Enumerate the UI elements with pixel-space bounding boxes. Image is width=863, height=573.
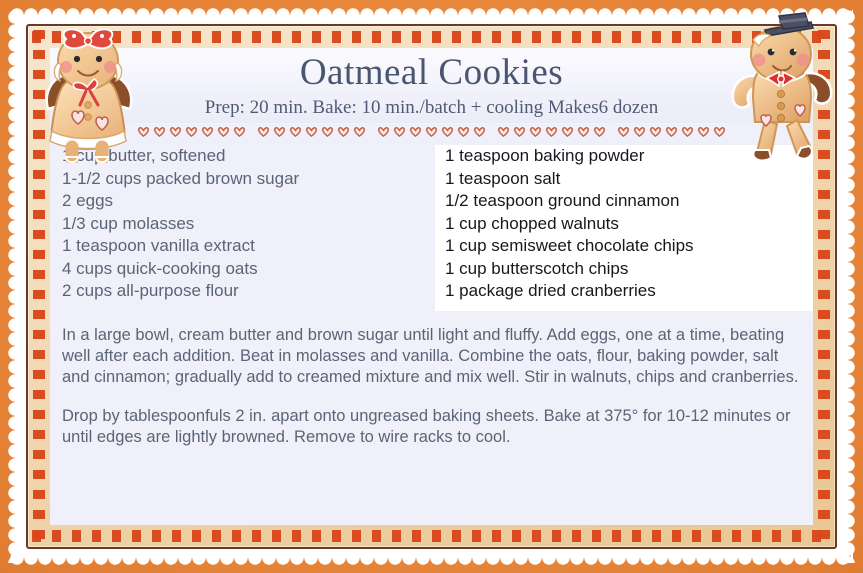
heart-icon <box>170 126 181 137</box>
heart-icon <box>474 126 485 137</box>
heart-icon <box>322 126 333 137</box>
gingerbread-boy-icon <box>717 12 845 164</box>
scallop-edge-left <box>8 10 22 563</box>
heart-group <box>618 126 725 137</box>
heart-group <box>258 126 365 137</box>
ingredients-column-right: 1 teaspoon baking powder 1 teaspoon salt 1… <box>435 145 813 311</box>
heart-icon <box>682 126 693 137</box>
ingredients-column-left: 1 cup butter, softened 1-1/2 cups packed … <box>50 145 435 311</box>
ingredient-line: 1 teaspoon vanilla extract <box>62 236 255 255</box>
heart-icon <box>410 126 421 137</box>
recipe-title: Oatmeal Cookies <box>299 52 564 93</box>
heart-icon <box>698 126 709 137</box>
heart-icon <box>650 126 661 137</box>
heart-icon <box>634 126 645 137</box>
heart-icon <box>458 126 469 137</box>
gingerbread-girl-icon <box>32 23 144 163</box>
heart-icon <box>306 126 317 137</box>
heart-icon <box>666 126 677 137</box>
heart-group <box>138 126 245 137</box>
ingredient-line: 4 cups quick-cooking oats <box>62 258 258 278</box>
heart-icon <box>594 126 605 137</box>
dot-row-top <box>32 31 831 43</box>
heart-icon <box>426 126 437 137</box>
recipe-card: Oatmeal Cookies Prep: 20 min. Bake: 10 m… <box>0 0 863 573</box>
heart-icon <box>186 126 197 137</box>
heart-icon <box>530 126 541 137</box>
heart-icon <box>154 126 165 137</box>
heart-group <box>498 126 605 137</box>
heart-icon <box>394 126 405 137</box>
heart-icon <box>338 126 349 137</box>
heart-icon <box>234 126 245 137</box>
heart-icon <box>290 126 301 137</box>
heart-icon <box>546 126 557 137</box>
heart-icon <box>378 126 389 137</box>
heart-divider <box>50 123 813 140</box>
heart-icon <box>354 126 365 137</box>
heart-icon <box>578 126 589 137</box>
direction-paragraph: Drop by tablespoonfuls 2 in. apart onto … <box>62 406 791 446</box>
ingredient-line: 2 eggs <box>62 191 114 210</box>
heart-icon <box>218 126 229 137</box>
heart-icon <box>618 126 629 137</box>
ingredient-line: 1 package dried cranberries <box>445 281 656 300</box>
card-header: Oatmeal Cookies Prep: 20 min. Bake: 10 m… <box>50 48 813 123</box>
ingredient-line: 2 cups all-purpose flour <box>62 281 239 300</box>
heart-icon <box>514 126 525 137</box>
heart-group <box>378 126 485 137</box>
heart-icon <box>202 126 213 137</box>
scallop-edge-bottom <box>10 551 853 565</box>
ingredient-line: 1 cup chopped walnuts <box>445 213 619 233</box>
heart-icon <box>498 126 509 137</box>
ingredient-line: 1/3 cup molasses <box>62 213 195 233</box>
recipe-meta: Prep: 20 min. Bake: 10 min./batch + cool… <box>204 97 659 118</box>
card-content: Oatmeal Cookies Prep: 20 min. Bake: 10 m… <box>50 48 813 525</box>
directions-section: In a large bowl, cream butter and brown … <box>50 310 813 525</box>
ingredient-line: 1 teaspoon salt <box>445 168 561 188</box>
direction-paragraph: In a large bowl, cream butter and brown … <box>62 325 799 386</box>
ingredient-line: 1-1/2 cups packed brown sugar <box>62 168 300 188</box>
dot-row-bottom <box>32 530 831 542</box>
ingredient-line: 1/2 teaspoon ground cinnamon <box>445 191 680 210</box>
heart-icon <box>442 126 453 137</box>
ingredients-section: 1 cup butter, softened 1-1/2 cups packed … <box>50 140 813 311</box>
heart-icon <box>562 126 573 137</box>
ingredient-line: 1 cup butterscotch chips <box>445 258 629 278</box>
ingredient-line: 1 cup semisweet chocolate chips <box>445 236 694 255</box>
heart-icon <box>258 126 269 137</box>
heart-icon <box>274 126 285 137</box>
